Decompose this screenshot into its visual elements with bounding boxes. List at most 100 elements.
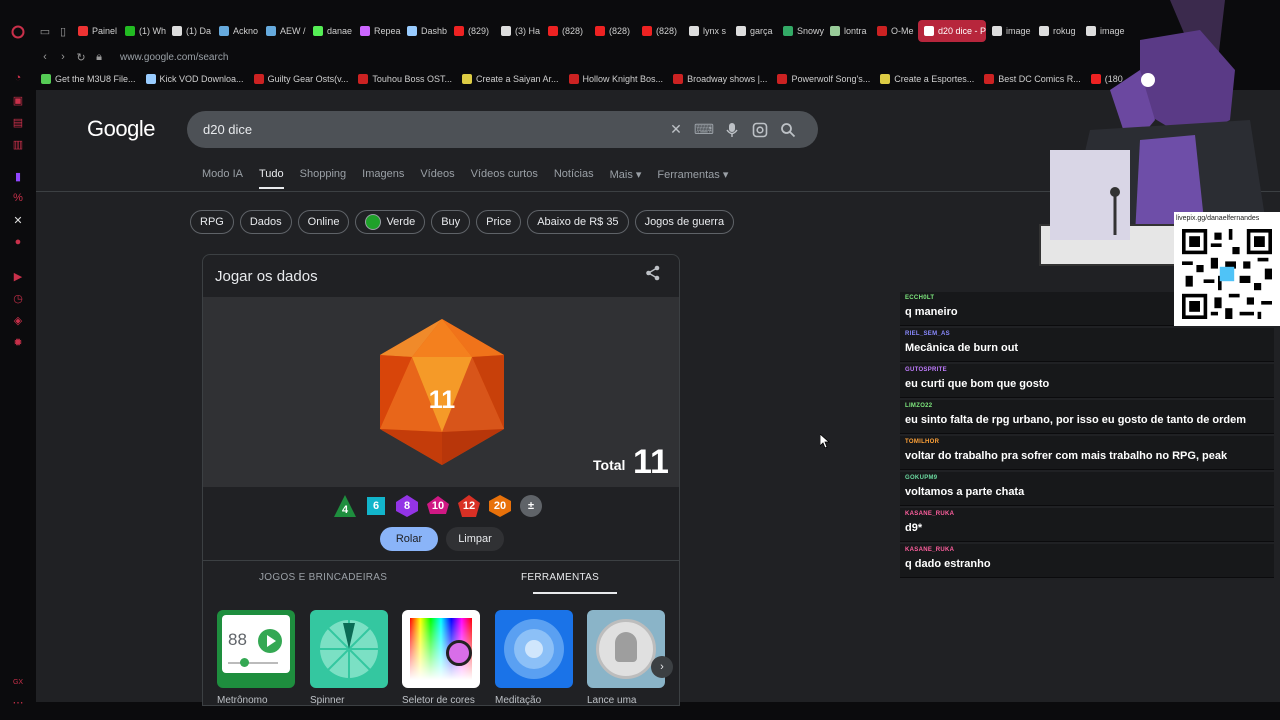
browser-tab[interactable]: AEW / (260, 20, 307, 42)
chat-username[interactable]: TOMILHOR (905, 439, 939, 445)
search-icon[interactable] (774, 122, 802, 138)
back-icon[interactable]: ‹ (36, 51, 54, 63)
opera-logo-icon[interactable] (10, 24, 26, 40)
tab-tools[interactable]: FERRAMENTAS (521, 572, 599, 583)
gx-icon[interactable]: GX (10, 674, 26, 690)
browser-tab[interactable]: O-Me (871, 20, 918, 42)
bag-icon[interactable]: ▣ (10, 92, 26, 108)
player-icon[interactable]: ▶ (10, 268, 26, 284)
browser-tab[interactable]: garça (730, 20, 777, 42)
browser-tab[interactable]: d20 dice - P (918, 20, 986, 42)
search-tab[interactable]: Tudo (258, 168, 284, 189)
url-field[interactable]: www.google.com/search (120, 52, 228, 63)
clear-search-icon[interactable]: ✕ (662, 121, 690, 138)
clear-button[interactable]: Limpar (446, 527, 504, 551)
search-box[interactable]: d20 dice ✕ ⌨ (187, 111, 818, 148)
browser-tab[interactable]: lontra (824, 20, 871, 42)
search-tab[interactable]: Notícias (554, 168, 594, 189)
forward-icon[interactable]: › (54, 51, 72, 63)
die-option-d20[interactable]: 20 (488, 494, 512, 518)
search-tab[interactable]: Imagens (362, 168, 404, 189)
keyboard-icon[interactable]: ⌨ (690, 121, 718, 138)
browser-tab[interactable]: (828) (589, 20, 636, 42)
browser-tab[interactable]: Ackno (213, 20, 260, 42)
color-picker-tile[interactable] (402, 610, 480, 688)
chat-username[interactable]: RIEL_SEM_AS (905, 331, 950, 337)
filter-chip[interactable]: RPG (190, 210, 234, 234)
new-tab-icon[interactable]: ▯ (54, 25, 72, 38)
die-option-dmodifier[interactable]: ± (519, 494, 543, 518)
chat-username[interactable]: ECCH0LT (905, 295, 934, 301)
bookmark-item[interactable]: Touhou Boss OST... (353, 74, 457, 84)
bookmark-item[interactable]: Create a Saiyan Ar... (457, 74, 564, 84)
browser-tab[interactable]: (828) (636, 20, 683, 42)
die-option-d8[interactable]: 8 (395, 494, 419, 518)
twitch-icon[interactable]: ▮ (10, 168, 26, 184)
chat-username[interactable]: GOKUPM9 (905, 475, 937, 481)
tab-games[interactable]: JOGOS E BRINCADEIRAS (259, 572, 387, 583)
browser-tab[interactable]: (1) Da (166, 20, 213, 42)
filter-chip[interactable]: Abaixo de R$ 35 (527, 210, 629, 234)
d20-die[interactable]: 11 (377, 317, 507, 467)
bookmark-item[interactable]: Broadway shows |... (668, 74, 772, 84)
coin-flip-tile[interactable] (587, 610, 665, 688)
lens-icon[interactable] (746, 122, 774, 138)
chat-username[interactable]: KASANE_RUKA (905, 511, 954, 517)
spinner-tile[interactable] (310, 610, 388, 688)
die-option-d4[interactable]: 4 (333, 494, 357, 518)
microphone-icon[interactable] (718, 122, 746, 138)
bookmark-item[interactable]: Get the M3U8 File... (36, 74, 141, 84)
filter-chip[interactable]: Dados (239, 210, 292, 234)
die-option-d10[interactable]: 10 (426, 494, 450, 518)
browser-tab[interactable]: Snowy (777, 20, 824, 42)
share-icon[interactable] (645, 265, 661, 285)
settings-gear-icon[interactable]: ✹ (10, 334, 26, 350)
filter-chip[interactable]: Price (476, 210, 522, 234)
bookmark-item[interactable]: Kick VOD Downloa... (141, 74, 249, 84)
chat-username[interactable]: LIMZO22 (905, 403, 932, 409)
die-option-d6[interactable]: 6 (364, 494, 388, 518)
browser-tab[interactable]: Repea (354, 20, 401, 42)
browser-tab[interactable]: (1) Wh (119, 20, 166, 42)
die-option-d12[interactable]: 12 (457, 494, 481, 518)
browser-tab[interactable]: Painel (72, 20, 119, 42)
browser-tab[interactable]: Dashb (401, 20, 448, 42)
next-arrow-icon[interactable]: › (651, 656, 673, 678)
more-dots-icon[interactable]: ⋯ (10, 694, 26, 710)
search-tab[interactable]: Shopping (300, 168, 347, 189)
search-tab[interactable]: Modo IA (202, 168, 243, 189)
browser-tab[interactable]: (828) (542, 20, 589, 42)
roll-button[interactable]: Rolar (380, 527, 438, 551)
search-tab[interactable]: Ferramentas ▾ (657, 168, 728, 189)
tab-search-icon[interactable]: ▭ (36, 25, 54, 38)
browser-tab[interactable]: lynx s (683, 20, 730, 42)
reload-icon[interactable]: ↻ (72, 51, 90, 64)
chat-username[interactable]: KASANE_RUKA (905, 547, 954, 553)
percent-icon[interactable]: % (10, 190, 26, 206)
chat-icon[interactable]: ▤ (10, 114, 26, 130)
meditation-tile[interactable] (495, 610, 573, 688)
metronome-tile[interactable]: 88 (217, 610, 295, 688)
chat-username[interactable]: GUTOSPRITE (905, 367, 947, 373)
music-icon[interactable]: ● (10, 234, 26, 250)
messenger-icon[interactable]: ▥ (10, 136, 26, 152)
search-input[interactable]: d20 dice (203, 122, 662, 137)
bookmark-item[interactable]: Create a Esportes... (875, 74, 979, 84)
filter-chip[interactable]: Buy (431, 210, 471, 234)
browser-tab[interactable]: (3) Ha (495, 20, 542, 42)
aria-icon[interactable]: ◔ (10, 70, 26, 86)
bookmark-item[interactable]: Powerwolf Song's... (772, 74, 875, 84)
filter-chip[interactable]: Jogos de guerra (634, 210, 735, 234)
search-tab[interactable]: Vídeos (420, 168, 454, 189)
search-tab[interactable]: Vídeos curtos (471, 168, 538, 189)
bookmark-item[interactable]: Guilty Gear Osts(v... (249, 74, 354, 84)
bookmark-item[interactable]: Hollow Knight Bos... (564, 74, 669, 84)
filter-chip[interactable]: Verde (355, 210, 426, 234)
search-tab[interactable]: Mais ▾ (610, 168, 642, 189)
google-logo[interactable]: Google (87, 116, 155, 142)
filter-chip[interactable]: Online (297, 210, 350, 234)
x-icon[interactable]: ✕ (10, 212, 26, 228)
browser-tab[interactable]: danae (307, 20, 354, 42)
history-icon[interactable]: ◷ (10, 290, 26, 306)
pin-icon[interactable]: ◈ (10, 312, 26, 328)
